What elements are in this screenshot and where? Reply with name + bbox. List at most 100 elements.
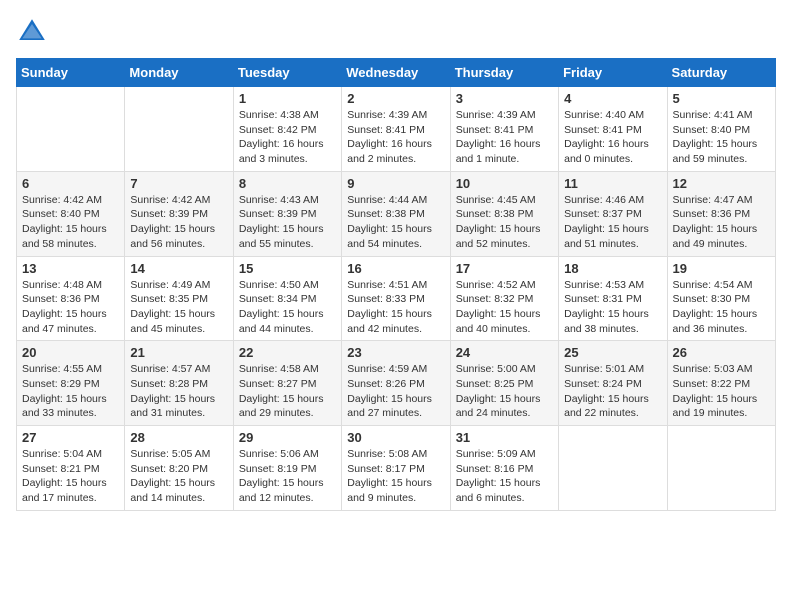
- day-number: 5: [673, 91, 770, 106]
- weekday-header-wednesday: Wednesday: [342, 59, 450, 87]
- calendar-cell: 27Sunrise: 5:04 AM Sunset: 8:21 PM Dayli…: [17, 426, 125, 511]
- day-number: 26: [673, 345, 770, 360]
- day-info: Sunrise: 4:47 AM Sunset: 8:36 PM Dayligh…: [673, 193, 770, 252]
- day-info: Sunrise: 5:01 AM Sunset: 8:24 PM Dayligh…: [564, 362, 661, 421]
- page-header: [16, 16, 776, 48]
- day-info: Sunrise: 4:40 AM Sunset: 8:41 PM Dayligh…: [564, 108, 661, 167]
- day-number: 30: [347, 430, 444, 445]
- calendar-cell: 1 Sunrise: 4:38 AM Sunset: 8:42 PM Daylig…: [233, 87, 341, 172]
- day-number: 21: [130, 345, 227, 360]
- day-number: 6: [22, 176, 119, 191]
- day-info: Sunrise: 4:57 AM Sunset: 8:28 PM Dayligh…: [130, 362, 227, 421]
- logo-icon: [16, 16, 48, 48]
- day-info: Sunrise: 4:51 AM Sunset: 8:33 PM Dayligh…: [347, 278, 444, 337]
- calendar-cell: 13 Sunrise: 4:48 AM Sunset: 8:36 PM Dayli…: [17, 256, 125, 341]
- day-info: Sunrise: 4:59 AM Sunset: 8:26 PM Dayligh…: [347, 362, 444, 421]
- day-info: Sunrise: 5:08 AM Sunset: 8:17 PM Dayligh…: [347, 447, 444, 506]
- day-number: 12: [673, 176, 770, 191]
- calendar-week-row: 20 Sunrise: 4:55 AM Sunset: 8:29 PM Dayli…: [17, 341, 776, 426]
- calendar-week-row: 1 Sunrise: 4:38 AM Sunset: 8:42 PM Daylig…: [17, 87, 776, 172]
- day-number: 11: [564, 176, 661, 191]
- calendar-cell: [125, 87, 233, 172]
- day-number: 20: [22, 345, 119, 360]
- calendar-cell: [667, 426, 775, 511]
- day-number: 10: [456, 176, 553, 191]
- day-info: Sunrise: 5:00 AM Sunset: 8:25 PM Dayligh…: [456, 362, 553, 421]
- day-number: 13: [22, 261, 119, 276]
- calendar-week-row: 13 Sunrise: 4:48 AM Sunset: 8:36 PM Dayli…: [17, 256, 776, 341]
- day-number: 7: [130, 176, 227, 191]
- day-number: 16: [347, 261, 444, 276]
- calendar-cell: 20 Sunrise: 4:55 AM Sunset: 8:29 PM Dayli…: [17, 341, 125, 426]
- weekday-header-friday: Friday: [559, 59, 667, 87]
- day-number: 25: [564, 345, 661, 360]
- day-number: 23: [347, 345, 444, 360]
- calendar-cell: 24 Sunrise: 5:00 AM Sunset: 8:25 PM Dayli…: [450, 341, 558, 426]
- day-info: Sunrise: 4:52 AM Sunset: 8:32 PM Dayligh…: [456, 278, 553, 337]
- logo: [16, 16, 52, 48]
- calendar-body: 1 Sunrise: 4:38 AM Sunset: 8:42 PM Daylig…: [17, 87, 776, 511]
- day-info: Sunrise: 4:38 AM Sunset: 8:42 PM Dayligh…: [239, 108, 336, 167]
- day-info: Sunrise: 5:09 AM Sunset: 8:16 PM Dayligh…: [456, 447, 553, 506]
- day-number: 28: [130, 430, 227, 445]
- calendar-cell: 26 Sunrise: 5:03 AM Sunset: 8:22 PM Dayli…: [667, 341, 775, 426]
- day-info: Sunrise: 4:43 AM Sunset: 8:39 PM Dayligh…: [239, 193, 336, 252]
- day-number: 18: [564, 261, 661, 276]
- calendar-cell: [559, 426, 667, 511]
- day-number: 8: [239, 176, 336, 191]
- weekday-header-row: SundayMondayTuesdayWednesdayThursdayFrid…: [17, 59, 776, 87]
- weekday-header-monday: Monday: [125, 59, 233, 87]
- day-number: 4: [564, 91, 661, 106]
- calendar-cell: 8 Sunrise: 4:43 AM Sunset: 8:39 PM Daylig…: [233, 171, 341, 256]
- day-number: 14: [130, 261, 227, 276]
- calendar-cell: 14 Sunrise: 4:49 AM Sunset: 8:35 PM Dayli…: [125, 256, 233, 341]
- calendar-cell: 22 Sunrise: 4:58 AM Sunset: 8:27 PM Dayli…: [233, 341, 341, 426]
- calendar-cell: 23 Sunrise: 4:59 AM Sunset: 8:26 PM Dayli…: [342, 341, 450, 426]
- day-info: Sunrise: 4:41 AM Sunset: 8:40 PM Dayligh…: [673, 108, 770, 167]
- calendar-header: SundayMondayTuesdayWednesdayThursdayFrid…: [17, 59, 776, 87]
- day-number: 22: [239, 345, 336, 360]
- day-info: Sunrise: 4:49 AM Sunset: 8:35 PM Dayligh…: [130, 278, 227, 337]
- calendar-cell: 2Sunrise: 4:39 AM Sunset: 8:41 PM Daylig…: [342, 87, 450, 172]
- calendar-table: SundayMondayTuesdayWednesdayThursdayFrid…: [16, 58, 776, 511]
- day-number: 2: [347, 91, 444, 106]
- weekday-header-sunday: Sunday: [17, 59, 125, 87]
- calendar-cell: 28 Sunrise: 5:05 AM Sunset: 8:20 PM Dayli…: [125, 426, 233, 511]
- day-info: Sunrise: 4:54 AM Sunset: 8:30 PM Dayligh…: [673, 278, 770, 337]
- day-info: Sunrise: 5:05 AM Sunset: 8:20 PM Dayligh…: [130, 447, 227, 506]
- day-number: 31: [456, 430, 553, 445]
- calendar-cell: 5 Sunrise: 4:41 AM Sunset: 8:40 PM Daylig…: [667, 87, 775, 172]
- day-number: 15: [239, 261, 336, 276]
- day-number: 1: [239, 91, 336, 106]
- calendar-cell: 4 Sunrise: 4:40 AM Sunset: 8:41 PM Daylig…: [559, 87, 667, 172]
- day-info: Sunrise: 4:44 AM Sunset: 8:38 PM Dayligh…: [347, 193, 444, 252]
- day-info: Sunrise: 4:48 AM Sunset: 8:36 PM Dayligh…: [22, 278, 119, 337]
- calendar-cell: 15 Sunrise: 4:50 AM Sunset: 8:34 PM Dayli…: [233, 256, 341, 341]
- calendar-cell: 21 Sunrise: 4:57 AM Sunset: 8:28 PM Dayli…: [125, 341, 233, 426]
- day-info: Sunrise: 4:45 AM Sunset: 8:38 PM Dayligh…: [456, 193, 553, 252]
- day-info: Sunrise: 4:50 AM Sunset: 8:34 PM Dayligh…: [239, 278, 336, 337]
- day-info: Sunrise: 4:42 AM Sunset: 8:39 PM Dayligh…: [130, 193, 227, 252]
- day-info: Sunrise: 4:58 AM Sunset: 8:27 PM Dayligh…: [239, 362, 336, 421]
- calendar-cell: 9 Sunrise: 4:44 AM Sunset: 8:38 PM Daylig…: [342, 171, 450, 256]
- day-info: Sunrise: 4:55 AM Sunset: 8:29 PM Dayligh…: [22, 362, 119, 421]
- weekday-header-thursday: Thursday: [450, 59, 558, 87]
- day-info: Sunrise: 4:42 AM Sunset: 8:40 PM Dayligh…: [22, 193, 119, 252]
- calendar-cell: [17, 87, 125, 172]
- calendar-cell: 7 Sunrise: 4:42 AM Sunset: 8:39 PM Daylig…: [125, 171, 233, 256]
- calendar-cell: 16 Sunrise: 4:51 AM Sunset: 8:33 PM Dayli…: [342, 256, 450, 341]
- day-info: Sunrise: 5:04 AM Sunset: 8:21 PM Dayligh…: [22, 447, 119, 506]
- calendar-cell: 17 Sunrise: 4:52 AM Sunset: 8:32 PM Dayli…: [450, 256, 558, 341]
- calendar-cell: 11 Sunrise: 4:46 AM Sunset: 8:37 PM Dayli…: [559, 171, 667, 256]
- day-info: Sunrise: 5:06 AM Sunset: 8:19 PM Dayligh…: [239, 447, 336, 506]
- weekday-header-tuesday: Tuesday: [233, 59, 341, 87]
- day-info: Sunrise: 4:46 AM Sunset: 8:37 PM Dayligh…: [564, 193, 661, 252]
- calendar-cell: 19 Sunrise: 4:54 AM Sunset: 8:30 PM Dayli…: [667, 256, 775, 341]
- day-number: 24: [456, 345, 553, 360]
- day-info: Sunrise: 5:03 AM Sunset: 8:22 PM Dayligh…: [673, 362, 770, 421]
- calendar-cell: 12 Sunrise: 4:47 AM Sunset: 8:36 PM Dayli…: [667, 171, 775, 256]
- day-number: 9: [347, 176, 444, 191]
- day-number: 17: [456, 261, 553, 276]
- calendar-cell: 6 Sunrise: 4:42 AM Sunset: 8:40 PM Daylig…: [17, 171, 125, 256]
- day-number: 19: [673, 261, 770, 276]
